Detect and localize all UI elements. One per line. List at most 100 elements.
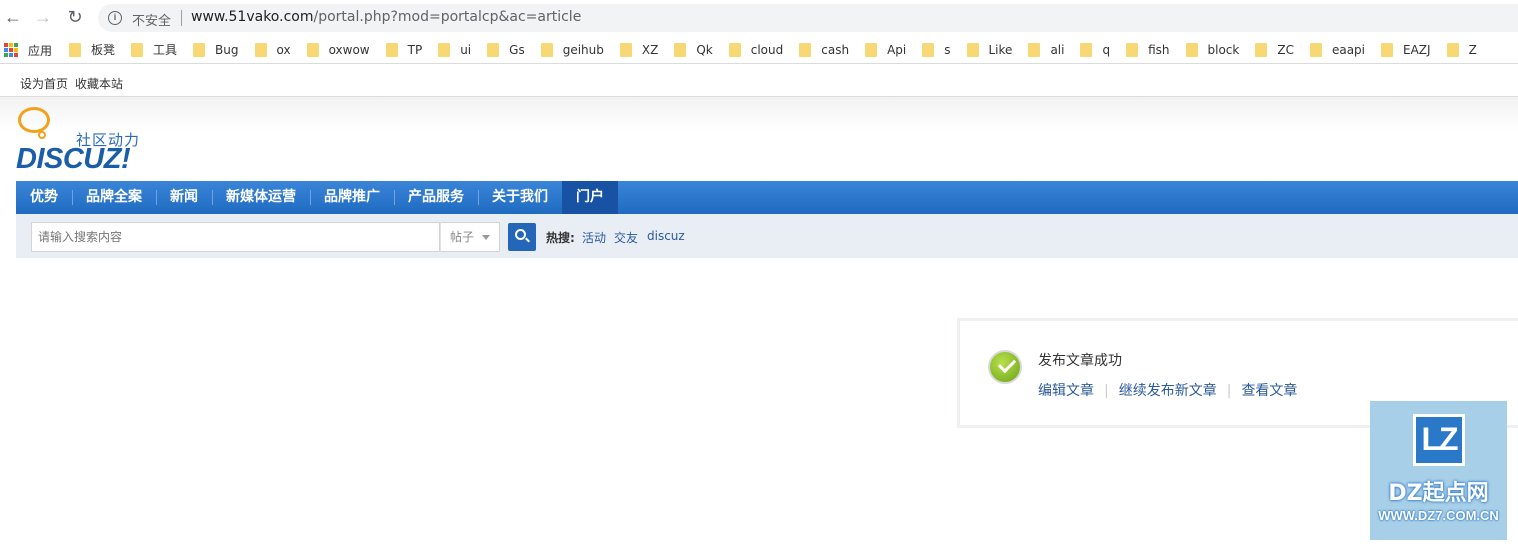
logo-bubble-icon — [18, 107, 50, 133]
folder-icon — [799, 42, 812, 57]
bookmark-label: Z — [1468, 42, 1477, 57]
nav-item[interactable]: 产品服务 — [394, 181, 478, 214]
dz7-watermark: LZ DZ起点网 WWW.DZ7.COM.CN — [1370, 401, 1507, 540]
bookmark-item[interactable]: cloud — [728, 41, 783, 58]
bookmark-label: geihub — [562, 42, 604, 57]
nav-item[interactable]: 品牌全案 — [72, 181, 156, 214]
bookmark-item[interactable]: Gs — [487, 41, 525, 58]
bookmark-item[interactable]: XZ — [619, 41, 659, 58]
folder-icon — [1028, 42, 1041, 57]
bookmark-item[interactable]: Bug — [193, 41, 239, 58]
bookmark-label: cash — [821, 42, 850, 57]
main-nav: 优势 品牌全案 新闻 新媒体运营 品牌推广 产品服务 关于我们 门户 — [16, 181, 1518, 214]
hot-link-discuz[interactable]: discuz — [647, 229, 685, 243]
bookmark-item[interactable]: Like — [966, 41, 1013, 58]
hot-link-activity[interactable]: 活动 — [582, 229, 606, 246]
bookmark-label: block — [1207, 42, 1240, 57]
set-homepage-link[interactable]: 设为首页 — [20, 75, 68, 92]
bookmark-item[interactable]: Qk — [674, 41, 713, 58]
bookmark-label: ox — [276, 42, 291, 57]
edit-article-link[interactable]: 编辑文章 — [1038, 383, 1094, 399]
search-button[interactable] — [508, 223, 536, 251]
site-header: 社区动力 DISCUZ! — [0, 97, 1518, 181]
reload-icon[interactable]: ↻ — [64, 6, 86, 28]
view-article-link[interactable]: 查看文章 — [1241, 383, 1297, 399]
bookmark-label: ZC — [1277, 42, 1294, 57]
folder-icon — [540, 42, 553, 57]
bookmark-item[interactable]: ox — [254, 41, 291, 58]
nav-item[interactable]: 关于我们 — [478, 181, 562, 214]
folder-icon — [487, 42, 500, 57]
search-icon-handle — [525, 237, 530, 243]
back-arrow-icon[interactable]: ← — [2, 6, 24, 28]
folder-icon — [1381, 42, 1394, 57]
search-input[interactable] — [31, 222, 440, 252]
bookmark-item[interactable]: block — [1185, 41, 1240, 58]
bookmark-label: Like — [988, 42, 1013, 57]
watermark-url: WWW.DZ7.COM.CN — [1378, 508, 1499, 523]
forward-arrow-icon[interactable]: → — [32, 6, 54, 28]
folder-icon — [674, 42, 687, 57]
folder-icon — [1126, 42, 1139, 57]
discuz-logo[interactable]: 社区动力 DISCUZ! — [16, 107, 156, 175]
bookmark-item[interactable]: 工具 — [131, 41, 177, 58]
apps-grid-icon[interactable] — [4, 43, 18, 57]
bookmark-item[interactable]: geihub — [540, 41, 604, 58]
bookmark-site-link[interactable]: 收藏本站 — [75, 75, 123, 92]
bookmarks-bar: 应用 板凳 工具 Bug ox oxwow TP ui Gs geihub XZ Qk cloud ca… — [0, 36, 1518, 64]
bookmark-list: 板凳 工具 Bug ox oxwow TP ui Gs geihub XZ Qk cloud cash A… — [69, 41, 1493, 58]
check-circle-icon — [988, 350, 1022, 384]
hot-link-friends[interactable]: 交友 — [614, 229, 638, 246]
message-links: 编辑文章 | 继续发布新文章 | 查看文章 — [1038, 380, 1297, 400]
nav-item[interactable]: 新媒体运营 — [212, 181, 310, 214]
address-bar[interactable]: i 不安全 www.51vako.com/portal.php?mod=port… — [98, 4, 1518, 32]
bookmark-label: TP — [407, 42, 423, 57]
url-separator — [181, 10, 182, 26]
search-type-select[interactable]: 帖子 — [440, 222, 500, 252]
nav-item[interactable]: 品牌推广 — [310, 181, 394, 214]
security-label: 不安全 — [132, 14, 172, 29]
bookmark-item[interactable]: ali — [1028, 41, 1064, 58]
success-message-text: 发布文章成功 — [1038, 353, 1122, 369]
bookmark-label: fish — [1148, 42, 1170, 57]
bookmark-item[interactable]: oxwow — [306, 41, 370, 58]
bookmark-label: s — [944, 42, 951, 57]
bookmark-label: EAZJ — [1403, 42, 1431, 57]
bookmark-item[interactable]: q — [1080, 41, 1110, 58]
logo-bubble-tail — [38, 131, 46, 139]
publish-new-article-link[interactable]: 继续发布新文章 — [1119, 383, 1217, 399]
info-icon[interactable]: i — [108, 11, 122, 25]
bookmark-item[interactable]: ZC — [1255, 41, 1294, 58]
link-separator: | — [1226, 383, 1232, 399]
folder-icon — [131, 42, 144, 57]
bookmark-item[interactable]: fish — [1126, 41, 1170, 58]
nav-item[interactable]: 新闻 — [156, 181, 212, 214]
folder-icon — [922, 42, 935, 57]
bookmark-label: ui — [460, 42, 472, 57]
bookmark-label: ali — [1050, 42, 1065, 57]
bookmark-item[interactable]: 板凳 — [69, 41, 115, 58]
bookmark-item[interactable]: eaapi — [1309, 41, 1365, 58]
folder-icon — [193, 42, 206, 57]
bookmark-label: Api — [887, 42, 907, 57]
bookmark-item[interactable]: s — [922, 41, 951, 58]
site-topbar: 设为首页 收藏本站 — [0, 69, 1518, 97]
folder-icon — [728, 42, 741, 57]
url-text[interactable]: www.51vako.com/portal.php?mod=portalcp&a… — [191, 9, 581, 25]
folder-icon — [438, 42, 451, 57]
nav-item[interactable]: 门户 — [562, 181, 618, 214]
bookmark-item[interactable]: EAZJ — [1381, 41, 1431, 58]
search-type-value: 帖子 — [450, 230, 475, 244]
bookmark-apps[interactable]: 应用 — [28, 42, 52, 59]
bookmark-item[interactable]: Api — [865, 41, 906, 58]
url-path: /portal.php?mod=portalcp&ac=article — [313, 9, 582, 25]
bookmark-item[interactable]: ui — [438, 41, 471, 58]
bookmark-item[interactable]: Z — [1446, 41, 1477, 58]
bookmark-label: Qk — [696, 42, 713, 57]
folder-icon — [1255, 42, 1268, 57]
bookmark-item[interactable]: cash — [799, 41, 849, 58]
nav-item[interactable]: 优势 — [16, 181, 72, 214]
bookmark-item[interactable]: TP — [385, 41, 423, 58]
folder-icon — [1446, 42, 1459, 57]
bookmark-label: XZ — [641, 42, 659, 57]
